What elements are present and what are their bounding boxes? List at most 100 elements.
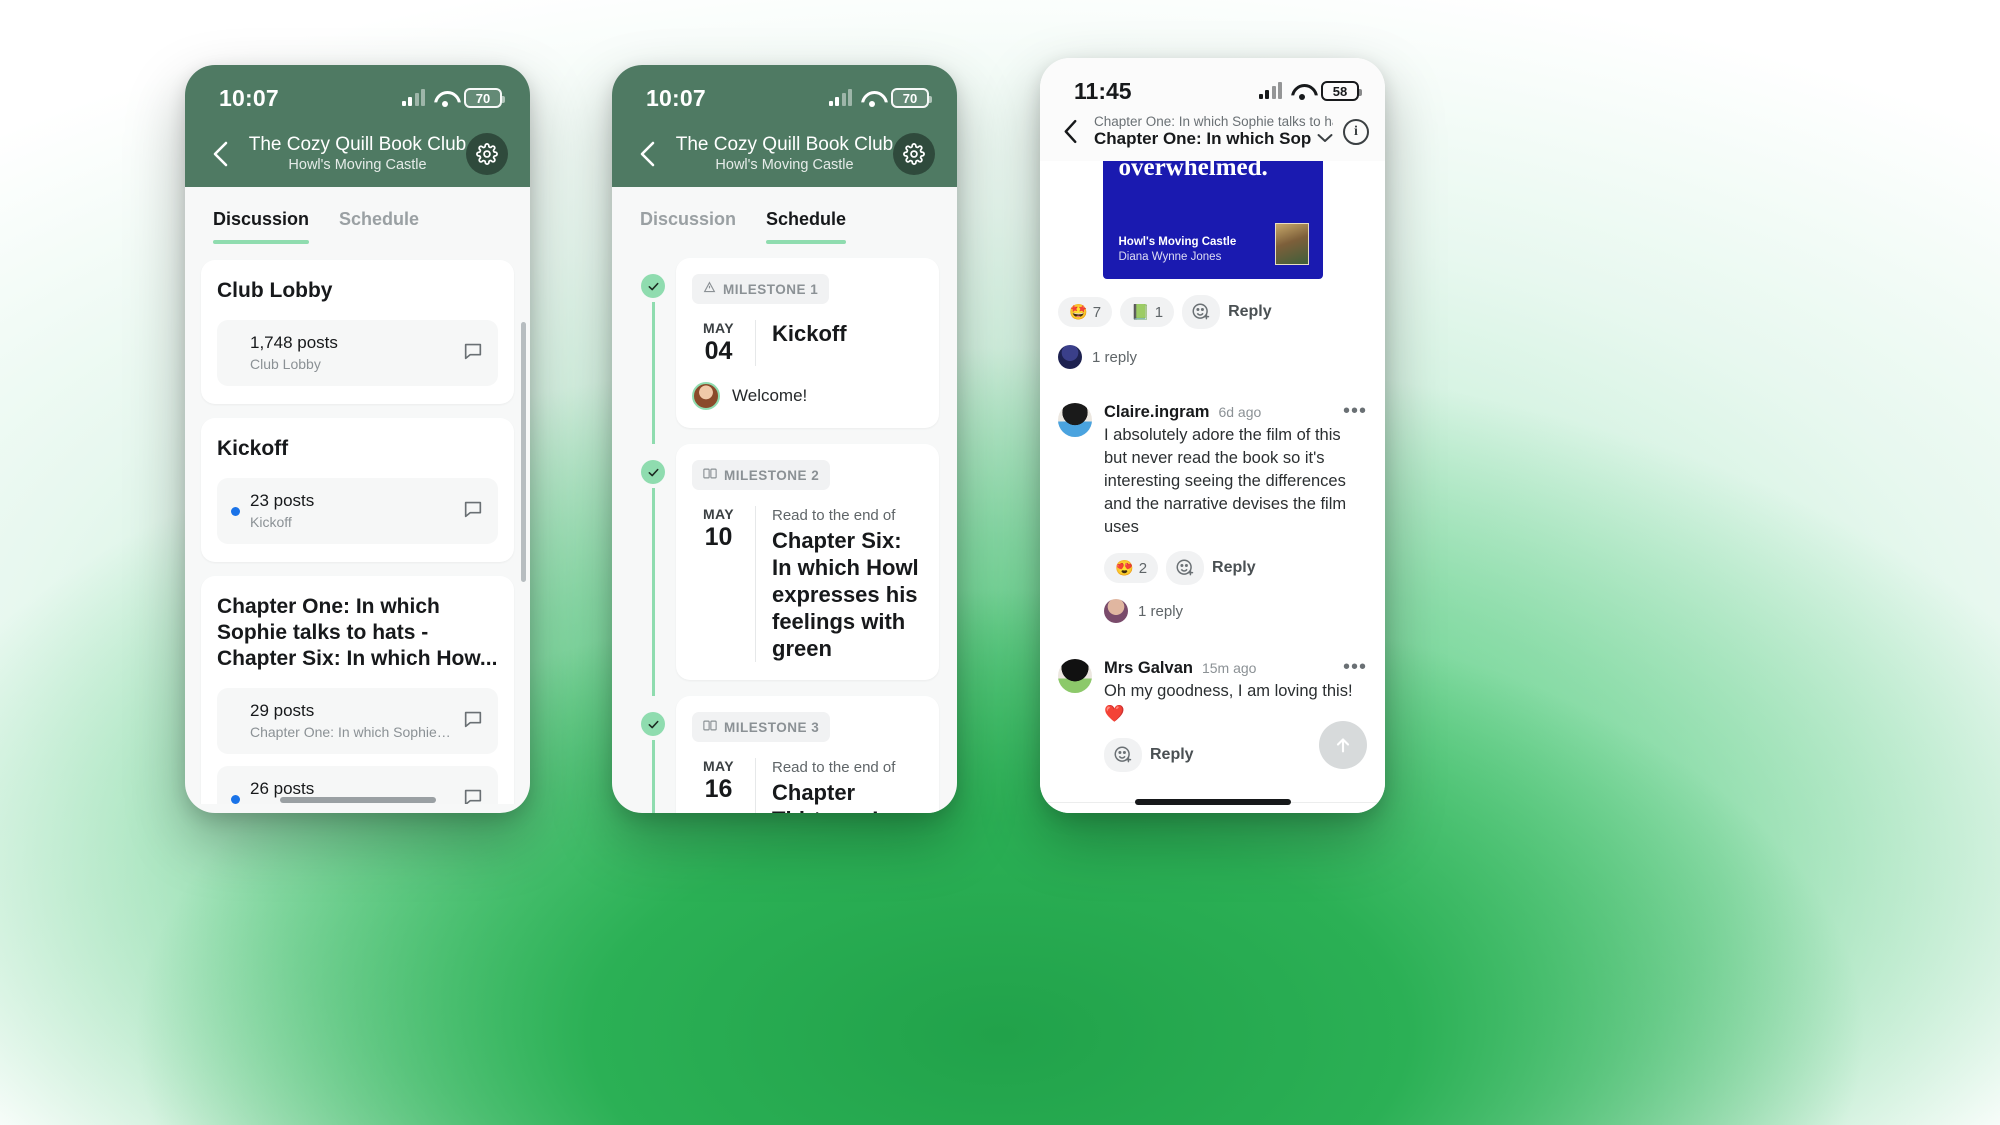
send-button[interactable] — [1319, 721, 1367, 769]
milestone-tag-label: MILESTONE 3 — [724, 719, 820, 735]
back-button[interactable] — [630, 137, 664, 171]
phone-schedule: 10:07 70 The Cozy Quill Book Club Howl's… — [612, 65, 957, 813]
add-reaction-icon[interactable] — [1182, 295, 1221, 329]
battery-icon: 70 — [891, 88, 932, 108]
milestone-row: MILESTONE 1 MAY 04 Kickoff Welcome! — [630, 258, 939, 444]
comment-text: Oh my goodness, I am loving this! ❤️ — [1104, 682, 1353, 723]
avatar[interactable] — [1058, 403, 1092, 437]
tab-discussion[interactable]: Discussion — [213, 209, 310, 244]
post-row[interactable]: 23 posts Kickoff — [217, 478, 498, 544]
settings-button[interactable] — [893, 133, 935, 175]
more-options-icon[interactable]: ••• — [1343, 401, 1367, 421]
comment-time: 6d ago — [1218, 404, 1262, 420]
post-count: 23 posts — [250, 491, 315, 510]
reply-button[interactable]: Reply — [1212, 559, 1256, 577]
tab-schedule[interactable]: Schedule — [339, 209, 419, 244]
tab-schedule[interactable]: Schedule — [766, 209, 847, 244]
add-reaction-icon[interactable] — [1166, 551, 1205, 585]
reply-button[interactable]: Reply — [1150, 746, 1194, 764]
replies-count: 1 reply — [1092, 348, 1138, 366]
reaction-count: 7 — [1092, 303, 1102, 321]
thread-titles: Chapter One: In which Sophie talks to ha… — [1094, 114, 1333, 149]
status-time: 11:45 — [1074, 77, 1132, 104]
milestone-tag-label: MILESTONE 2 — [724, 467, 820, 483]
reaction-emoji: 🤩 — [1069, 304, 1088, 321]
breadcrumb: Chapter One: In which Sophie talks to ha… — [1094, 114, 1333, 129]
reaction-emoji: 😍 — [1115, 560, 1134, 577]
milestone-card[interactable]: MILESTONE 2 MAY 10 Read to the end of Ch… — [676, 444, 939, 680]
info-button[interactable]: i — [1343, 118, 1369, 145]
milestone-heading: Kickoff — [772, 321, 847, 346]
timeline-connector — [651, 740, 655, 813]
schedule-timeline: MILESTONE 1 MAY 04 Kickoff Welcome! MILE… — [612, 244, 957, 813]
post-replies[interactable]: 1 reply — [1040, 345, 1385, 369]
comment-author: Claire.ingram — [1104, 403, 1210, 421]
topic-card[interactable]: Club Lobby 1,748 posts Club Lobby — [201, 260, 514, 404]
timeline-connector — [651, 488, 655, 696]
unread-dot — [231, 794, 240, 804]
cellular-signal-icon — [828, 89, 852, 106]
post-reactions: 🤩 7 📗 1 Reply — [1040, 295, 1385, 329]
milestone-month: MAY — [702, 758, 735, 774]
page-title: Chapter One: In which Sophie talks to h — [1094, 129, 1311, 148]
post-count: 29 posts — [250, 701, 315, 720]
reaction-count: 1 — [1154, 303, 1164, 321]
back-button[interactable] — [203, 137, 237, 171]
milestone-lead: Read to the end of — [772, 759, 896, 776]
topic-title: Chapter One: In which Sophie talks to ha… — [217, 595, 498, 670]
milestone-day: 04 — [704, 337, 733, 365]
post-row[interactable]: 29 posts Chapter One: In which Sophie ta… — [217, 688, 498, 754]
scrollbar[interactable] — [521, 322, 526, 582]
back-button[interactable] — [1056, 119, 1084, 144]
comment-bubble-icon[interactable] — [462, 786, 484, 804]
status-time: 10:07 — [219, 84, 279, 111]
timeline-rail — [630, 258, 676, 444]
milestone-month: MAY — [702, 320, 735, 336]
book-icon — [703, 719, 717, 735]
milestone-welcome: Welcome! — [692, 382, 923, 410]
post-subtitle: Chapter One: In which Sophie talks to ha… — [250, 724, 452, 740]
avatar — [1058, 345, 1082, 369]
reaction-chip[interactable]: 🤩 7 — [1058, 297, 1113, 327]
book-thumbnail — [1274, 223, 1309, 265]
reaction-chip[interactable]: 📗 1 — [1120, 297, 1175, 327]
app-header-2: The Cozy Quill Book Club Howl's Moving C… — [612, 121, 957, 187]
post-subtitle: Kickoff — [250, 514, 292, 530]
battery-icon: 70 — [464, 88, 505, 108]
reply-button[interactable]: Reply — [1228, 303, 1272, 321]
milestone-card[interactable]: MILESTONE 1 MAY 04 Kickoff Welcome! — [676, 258, 939, 428]
topic-card[interactable]: Chapter One: In which Sophie talks to ha… — [201, 576, 514, 804]
milestone-complete-icon — [641, 274, 665, 298]
settings-button[interactable] — [466, 133, 508, 175]
flag-icon — [703, 281, 716, 297]
milestone-tag: MILESTONE 3 — [692, 712, 831, 742]
tab-bar-2: Discussion Schedule — [612, 187, 957, 244]
comment-replies[interactable]: 1 reply — [1104, 599, 1367, 623]
reaction-emoji: 📗 — [1131, 304, 1150, 321]
timeline-rail — [630, 444, 676, 696]
comment-bubble-icon[interactable] — [462, 708, 484, 735]
tab-discussion[interactable]: Discussion — [640, 209, 736, 244]
milestone-heading: Chapter Six: In which Howl expresses his… — [772, 528, 919, 661]
milestone-welcome-text: Welcome! — [732, 386, 808, 405]
post-count: 26 posts — [250, 779, 315, 798]
milestone-row: MILESTONE 3 MAY 16 Read to the end of Ch… — [630, 696, 939, 813]
comment-bubble-icon[interactable] — [462, 498, 484, 525]
reaction-chip[interactable]: 😍 2 — [1104, 553, 1159, 583]
milestone-card[interactable]: MILESTONE 3 MAY 16 Read to the end of Ch… — [676, 696, 939, 813]
milestone-complete-icon — [641, 712, 665, 736]
battery-icon: 58 — [1321, 81, 1362, 101]
home-indicator — [1134, 799, 1291, 805]
comment-author: Mrs Galvan — [1104, 659, 1193, 677]
milestone-tag: MILESTONE 1 — [692, 274, 830, 304]
comment-bubble-icon[interactable] — [462, 340, 484, 367]
add-reaction-icon[interactable] — [1104, 738, 1142, 772]
wifi-icon — [1291, 83, 1312, 100]
book-cover-card[interactable]: excited. She felt overwhelmed. Howl's Mo… — [1102, 161, 1323, 279]
avatar[interactable] — [1058, 659, 1092, 693]
more-options-icon[interactable]: ••• — [1343, 657, 1367, 677]
topic-card[interactable]: Kickoff 23 posts Kickoff — [201, 418, 514, 562]
chevron-down-icon[interactable] — [1317, 130, 1333, 148]
phone-thread: 11:45 58 Chapter One: In which Sophie ta… — [1040, 58, 1385, 813]
post-row[interactable]: 1,748 posts Club Lobby — [217, 320, 498, 386]
